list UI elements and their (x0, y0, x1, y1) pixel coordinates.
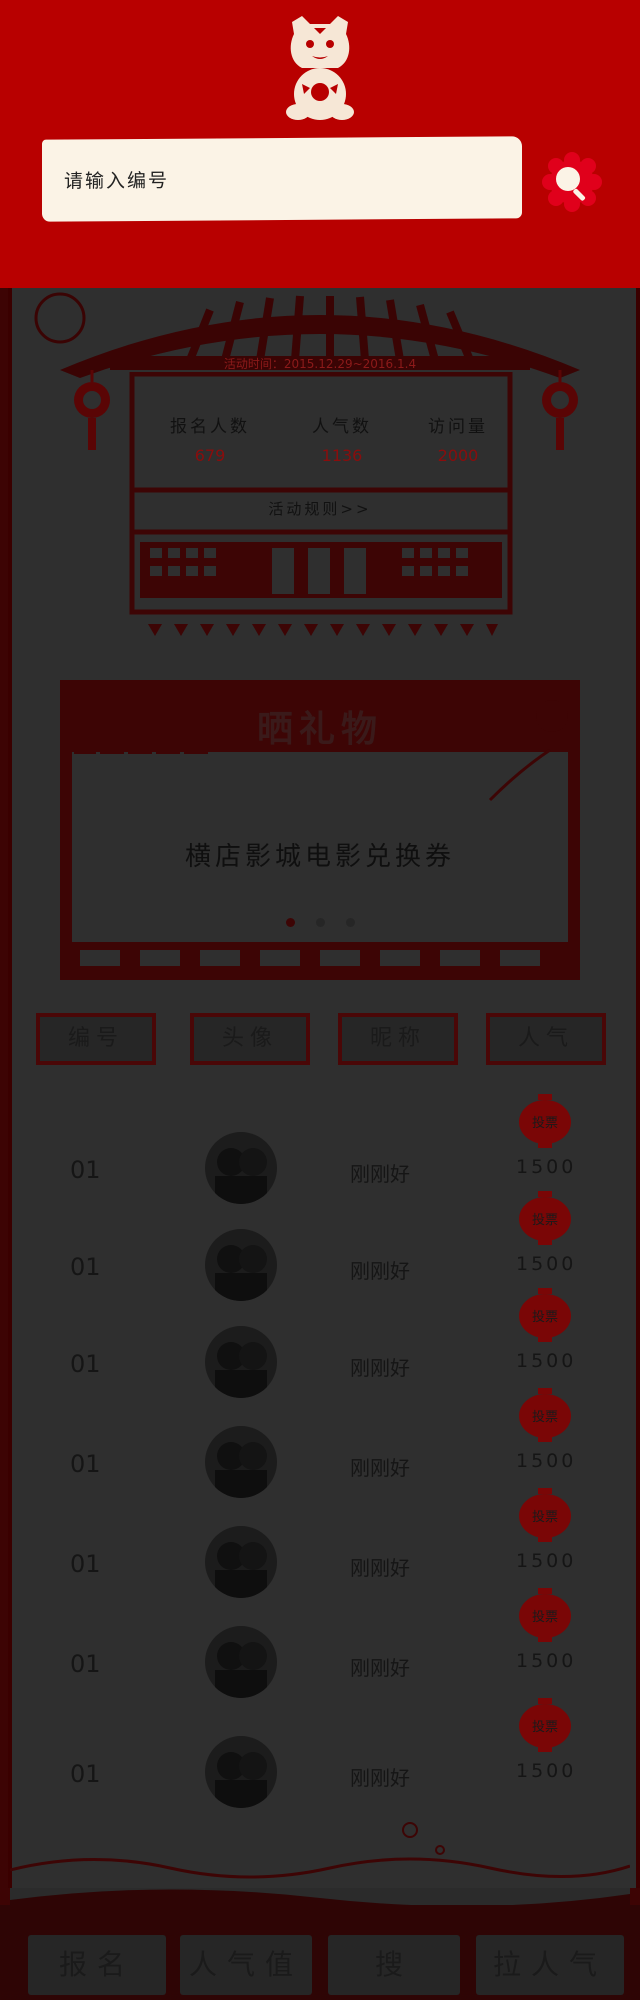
row-popularity: 1500 (516, 1253, 577, 1275)
table-row: 01 刚刚好 投票 1500 (40, 1191, 600, 1309)
row-nickname: 刚刚好 (350, 1656, 410, 1680)
row-popularity: 1500 (516, 1350, 577, 1372)
col-header-popularity: 人气 (486, 1013, 606, 1065)
avatar[interactable] (205, 1736, 277, 1808)
lantern-vote-icon[interactable]: 投票 (518, 1488, 572, 1544)
row-nickname: 刚刚好 (350, 1162, 410, 1186)
row-nickname: 刚刚好 (350, 1356, 410, 1380)
row-popularity: 1500 (516, 1156, 577, 1178)
stat-label-popularity: 人气数 (312, 417, 372, 437)
table-row: 01 刚刚好 投票 1500 (40, 1488, 600, 1606)
table-row: 01 刚刚好 投票 1500 (40, 1094, 600, 1212)
avatar[interactable] (205, 1132, 277, 1204)
nav-search-button[interactable]: 搜 (328, 1935, 460, 1995)
stat-value-visits: 2000 (437, 446, 479, 465)
right-lantern-icon (542, 370, 578, 450)
row-popularity: 1500 (516, 1550, 577, 1572)
row-number: 01 (70, 1450, 101, 1478)
vote-label: 投票 (532, 1609, 558, 1625)
row-popularity: 1500 (516, 1650, 577, 1672)
row-number: 01 (70, 1253, 101, 1281)
stat-value-popularity: 1136 (321, 446, 363, 465)
row-popularity: 1500 (516, 1760, 577, 1782)
col-header-nickname: 昵称 (338, 1013, 458, 1065)
avatar[interactable] (205, 1526, 277, 1598)
carousel-dot[interactable] (316, 918, 325, 927)
row-nickname: 刚刚好 (350, 1556, 410, 1580)
vote-label: 投票 (532, 1719, 558, 1735)
table-row: 01 刚刚好 投票 1500 (40, 1288, 600, 1406)
row-number: 01 (70, 1156, 101, 1184)
row-nickname: 刚刚好 (350, 1259, 410, 1283)
stat-label-signups: 报名人数 (170, 417, 250, 437)
row-number: 01 (70, 1350, 101, 1378)
table-row: 01 刚刚好 投票 1500 (40, 1388, 600, 1506)
vote-label: 投票 (532, 1509, 558, 1525)
row-nickname: 刚刚好 (350, 1766, 410, 1790)
gift-text: 横店影城电影兑换券 (184, 842, 455, 872)
vote-label: 投票 (532, 1309, 558, 1325)
lantern-vote-icon[interactable]: 投票 (518, 1191, 572, 1247)
lantern-vote-icon[interactable]: 投票 (518, 1288, 572, 1344)
lantern-vote-icon[interactable]: 投票 (518, 1698, 572, 1754)
col-header-number: 编号 (36, 1013, 156, 1065)
nav-signup-button[interactable]: 报名 (28, 1935, 166, 1995)
table-row: 01 刚刚好 投票 1500 (40, 1698, 600, 1816)
row-number: 01 (70, 1550, 101, 1578)
search-input[interactable] (62, 154, 506, 206)
wave-divider (10, 1857, 630, 1910)
lantern-vote-icon[interactable]: 投票 (518, 1588, 572, 1644)
pavilion-frame (129, 372, 513, 615)
table-row: 01 刚刚好 投票 1500 (40, 1588, 600, 1706)
avatar[interactable] (205, 1426, 277, 1498)
search-box (42, 136, 522, 222)
carousel-dots (280, 918, 360, 930)
avatar[interactable] (205, 1229, 277, 1301)
stat-label-visits: 访问量 (428, 417, 488, 437)
carousel-dot-active[interactable] (286, 918, 295, 927)
carousel-dot[interactable] (346, 918, 355, 927)
row-popularity: 1500 (516, 1450, 577, 1472)
activity-rules-link[interactable]: 活动规则>> (140, 498, 500, 519)
vote-label: 投票 (532, 1115, 558, 1131)
vote-label: 投票 (532, 1409, 558, 1425)
nav-invite-button[interactable]: 拉人气 (476, 1935, 624, 1995)
row-number: 01 (70, 1650, 101, 1678)
vote-label: 投票 (532, 1212, 558, 1228)
avatar[interactable] (205, 1326, 277, 1398)
lantern-vote-icon[interactable]: 投票 (518, 1094, 572, 1150)
row-number: 01 (70, 1760, 101, 1788)
nav-popularity-button[interactable]: 人气值 (180, 1935, 312, 1995)
lantern-vote-icon[interactable]: 投票 (518, 1388, 572, 1444)
col-header-avatar: 头像 (190, 1013, 310, 1065)
arrow-fringe (148, 624, 498, 636)
gift-title: 晒礼物 (256, 709, 383, 750)
left-lantern-icon (74, 370, 110, 450)
tiger-mascot-icon (286, 16, 354, 120)
avatar[interactable] (205, 1626, 277, 1698)
row-nickname: 刚刚好 (350, 1456, 410, 1480)
stat-value-signups: 679 (194, 446, 226, 465)
search-icon[interactable] (540, 150, 604, 214)
